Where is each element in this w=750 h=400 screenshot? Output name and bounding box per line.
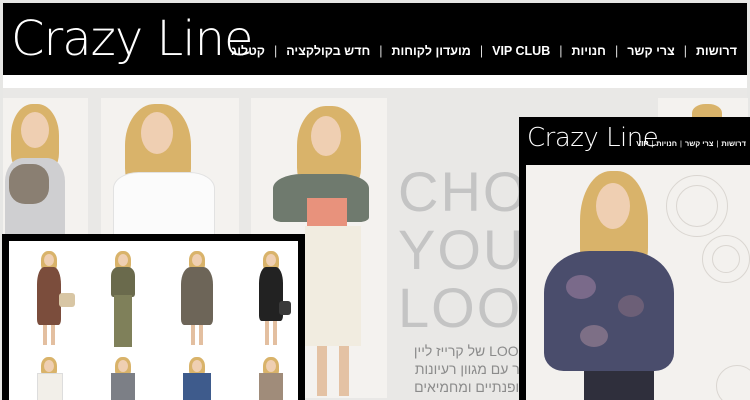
model-photo[interactable] [101,98,239,236]
hero-description: LOOK של קרייז ליין קר עם מגוון רעיונות א… [398,342,528,396]
catalog-item[interactable] [31,357,67,400]
catalog-item[interactable] [105,251,141,351]
nav-item-new-collection[interactable]: חדש בקולקציה [286,44,370,58]
preview-nav: VIP | חנויות | צרי קשר | דרושות [636,139,746,148]
site-preview-screenshot: Crazy Line VIP | חנויות | צרי קשר | דרוש… [519,117,750,400]
preview-hero-image[interactable] [526,165,750,400]
nav-item-stores[interactable]: חנויות [572,44,606,58]
preview-nav-item-stores[interactable]: חנויות [656,139,677,148]
nav-item-customer-club[interactable]: מועדון לקוחות [392,44,471,58]
hero-headline-line: YOU [398,218,526,281]
nav-separator: | [379,44,383,58]
nav-item-catalog[interactable]: קטלוג [231,44,265,58]
hero-description-line: אופנתיים ומחמיאים [414,379,528,395]
model-photo[interactable] [3,98,88,236]
nav-separator: | [273,44,278,58]
nav-item-jobs[interactable]: דרושות [696,44,737,58]
catalog-item[interactable] [105,357,141,400]
nav-separator: | [716,139,719,148]
header-gap [3,75,747,88]
nav-separator: | [679,139,682,148]
nav-item-contact[interactable]: צרי קשר [627,44,675,58]
hero-description-line: קר עם מגוון רעיונות [414,361,528,377]
preview-logo[interactable]: Crazy Line [527,121,659,155]
nav-separator: | [651,139,654,148]
hero-headline: CHO YOU LOO [398,163,528,337]
catalog-item[interactable] [179,251,215,351]
catalog-grid [9,241,298,400]
nav-separator: | [683,44,687,58]
hero-description-line: LOOK של קרייז ליין [413,343,528,359]
nav-separator: | [614,44,619,58]
preview-nav-item-contact[interactable]: צרי קשר [685,139,714,148]
nav-separator: | [479,44,484,58]
nav-separator: | [559,44,563,58]
preview-nav-item-jobs[interactable]: דרושות [721,139,746,148]
preview-nav-item-vip[interactable]: VIP [636,139,648,148]
hero-headline-line: LOO [398,276,523,339]
catalog-item[interactable] [31,251,75,351]
main-nav: קטלוג | חדש בקולקציה | מועדון לקוחות | V… [231,41,737,61]
catalog-item[interactable] [253,357,289,400]
nav-item-vip-club[interactable]: VIP CLUB [492,44,550,58]
screenshot-frame: Crazy Line קטלוג | חדש בקולקציה | מועדון… [0,0,750,400]
site-header: Crazy Line קטלוג | חדש בקולקציה | מועדון… [3,3,747,75]
catalog-screenshot [2,234,305,400]
catalog-item[interactable] [179,357,215,400]
site-logo[interactable]: Crazy Line [11,7,254,71]
hero-headline-line: CHO [398,160,529,223]
model-photo[interactable] [658,98,748,118]
catalog-item[interactable] [253,251,291,351]
